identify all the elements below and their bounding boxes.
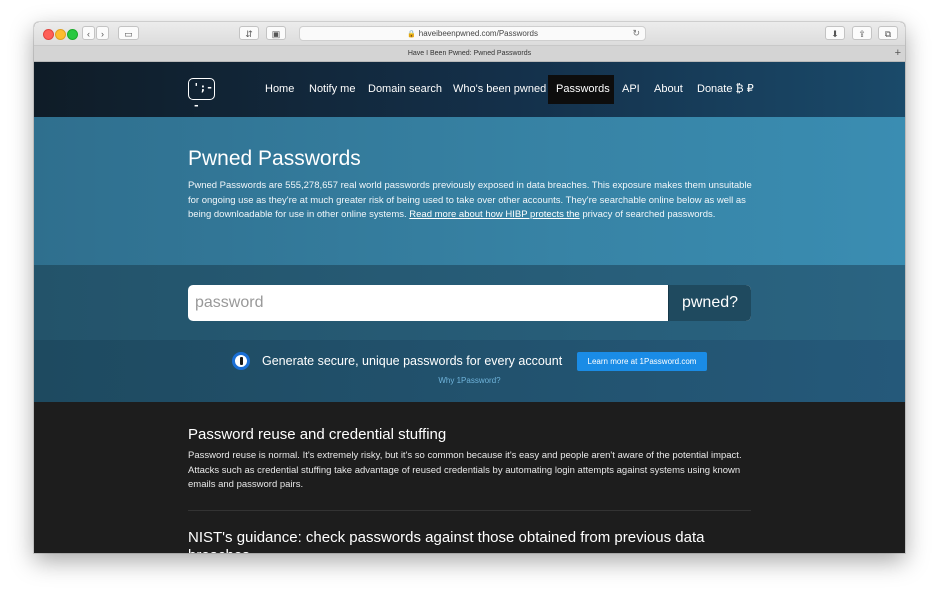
hero-body-end: privacy of searched passwords.	[582, 209, 716, 220]
url-text: haveibeenpwned.com/Passwords	[418, 29, 538, 38]
nav-domain-search[interactable]: Domain search	[360, 75, 450, 104]
reader-icon[interactable]	[291, 26, 294, 40]
nav-notify-me[interactable]: Notify me	[301, 75, 363, 104]
back-button[interactable]: ‹	[82, 26, 95, 40]
section-divider	[188, 510, 751, 511]
reload-icon[interactable]: ↻	[632, 27, 640, 40]
promo-text: Generate secure, unique passwords for ev…	[262, 354, 563, 368]
forward-button[interactable]: ›	[96, 26, 109, 40]
hero-section: Pwned Passwords Pwned Passwords are 555,…	[34, 117, 905, 265]
tabs-overview-icon[interactable]: ⧉	[878, 26, 898, 40]
hero-description: Pwned Passwords are 555,278,657 real wor…	[188, 179, 753, 223]
password-search-form: pwned?	[188, 285, 751, 321]
password-manager-icon[interactable]: ▣	[266, 26, 286, 40]
address-bar[interactable]: 🔒 haveibeenpwned.com/Passwords ↻	[299, 26, 646, 41]
hibp-privacy-link[interactable]: Read more about how HIBP protects the	[409, 209, 579, 220]
site-navbar: ';-- Home Notify me Domain search Who's …	[34, 62, 905, 117]
tab-bar: Have I Been Pwned: Pwned Passwords +	[34, 46, 905, 62]
nav-whos-been-pwned[interactable]: Who's been pwned	[445, 75, 554, 104]
tab-title[interactable]: Have I Been Pwned: Pwned Passwords	[408, 50, 531, 57]
share-icon[interactable]: ⇪	[852, 26, 872, 40]
learn-more-button[interactable]: Learn more at 1Password.com	[577, 352, 707, 371]
minimize-window-button[interactable]	[55, 29, 66, 40]
search-section: pwned?	[34, 265, 905, 340]
page-content: ';-- Home Notify me Domain search Who's …	[34, 62, 905, 553]
content-section: Password reuse and credential stuffing P…	[34, 402, 905, 553]
nav-passwords[interactable]: Passwords	[548, 75, 614, 104]
sidebar-toggle-icon[interactable]: ▭	[118, 26, 139, 40]
nav-api[interactable]: API	[614, 75, 648, 104]
extension-icon[interactable]: ⇵	[239, 26, 259, 40]
onepassword-promo: Generate secure, unique passwords for ev…	[34, 340, 905, 402]
why-onepassword-link[interactable]: Why 1Password?	[34, 376, 905, 385]
new-tab-button[interactable]: +	[895, 46, 901, 61]
section-title-password-reuse: Password reuse and credential stuffing	[188, 426, 447, 443]
section-body-password-reuse: Password reuse is normal. It's extremely…	[188, 450, 742, 490]
page-title: Pwned Passwords	[188, 147, 361, 170]
browser-toolbar: ‹ › ▭ ⇵ ▣ 🔒 haveibeenpwned.com/Passwords …	[34, 22, 905, 46]
lock-icon: 🔒	[407, 31, 416, 38]
password-input[interactable]	[188, 285, 669, 321]
browser-window: ‹ › ▭ ⇵ ▣ 🔒 haveibeenpwned.com/Passwords …	[34, 22, 905, 553]
nav-home[interactable]: Home	[257, 75, 302, 104]
nav-donate[interactable]: Donate ₿ ₽	[689, 75, 762, 104]
downloads-icon[interactable]: ⬇	[825, 26, 845, 40]
section-title-nist-guidance: NIST's guidance: check passwords against…	[188, 529, 705, 553]
nav-about[interactable]: About	[646, 75, 691, 104]
onepassword-icon	[232, 352, 250, 370]
zoom-window-button[interactable]	[67, 29, 78, 40]
pwned-button[interactable]: pwned?	[668, 285, 751, 321]
close-window-button[interactable]	[43, 29, 54, 40]
site-logo[interactable]: ';--	[188, 78, 215, 112]
